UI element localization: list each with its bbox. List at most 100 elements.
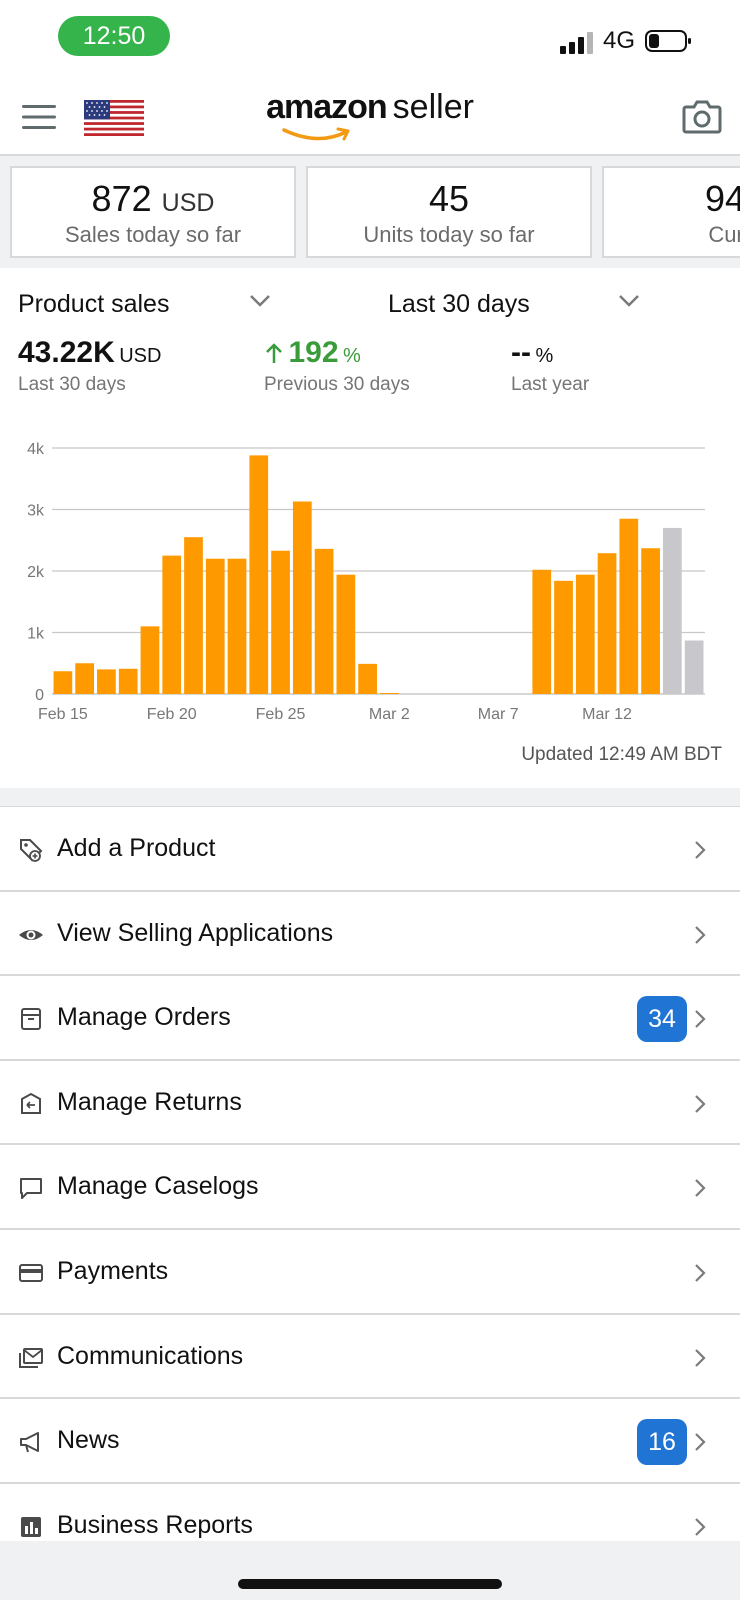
menu-label: View Selling Applications: [57, 918, 334, 947]
x-tick-label: Mar 2: [369, 706, 410, 723]
total-value: 43.22K: [18, 336, 115, 369]
sales-unit: USD: [161, 189, 215, 217]
x-tick-label: Feb 15: [38, 706, 88, 723]
chevron-right-icon: [695, 1348, 706, 1367]
chart-bar: [184, 537, 203, 694]
sales-value: 872: [91, 178, 152, 219]
chevron-right-icon: [695, 925, 706, 944]
sales-summary: Product sales Last 30 days 43.22K USD La…: [0, 268, 740, 788]
menu-item-business-reports[interactable]: Business Reports: [0, 1483, 740, 1541]
amazon-smile-icon: [282, 127, 350, 141]
menu-item-payments[interactable]: Payments: [0, 1229, 740, 1315]
chart-bar: [205, 558, 225, 694]
megaphone-icon: [20, 1432, 39, 1453]
menu-item-manage-caselogs[interactable]: Manage Caselogs: [0, 1145, 740, 1230]
chart-bar: [358, 663, 377, 694]
camera-icon[interactable]: [682, 98, 722, 134]
chart-bar: [575, 574, 595, 694]
chart-bar: [75, 663, 95, 694]
chart-bar: [597, 553, 617, 694]
y-tick-label: 0: [35, 687, 44, 704]
mail-icon: [19, 1347, 43, 1368]
battery-icon: [645, 30, 691, 52]
sales-label: Sales today so far: [64, 222, 242, 247]
chart-bar: [140, 626, 160, 694]
menu-item-communications[interactable]: Communications: [0, 1314, 740, 1400]
network-type: 4G: [603, 27, 636, 54]
chart-bar: [227, 558, 247, 694]
chevron-right-icon: [695, 841, 706, 859]
stat-last-year: -- % Last year: [511, 336, 589, 396]
chart-bar: [684, 640, 704, 694]
chevron-right-icon: [695, 1517, 706, 1536]
change-unit: %: [342, 345, 361, 367]
chevron-right-icon: [695, 1010, 706, 1028]
arrow-up-icon: [266, 343, 282, 363]
menu-label: Business Reports: [57, 1510, 253, 1539]
y-tick-label: 2k: [27, 564, 45, 581]
chart-bar: [641, 548, 660, 694]
menu-label: Add a Product: [57, 834, 216, 862]
app-header: amazon seller: [0, 80, 740, 156]
sales-bar-chart: 0 1k 2k 3k 4k Feb 15 Feb 20 Feb 25 Mar 2 Mar 7 Mar…: [27, 441, 705, 723]
seller-menu-list: Add a Product View Selling Applications …: [0, 806, 740, 1541]
chevron-right-icon: [695, 1095, 706, 1113]
change-label: Previous 30 days: [264, 374, 410, 395]
logo-seller-text: seller: [392, 88, 474, 126]
bottom-safe-area: [0, 1541, 740, 1600]
x-tick-label: Feb 20: [147, 706, 197, 723]
current-value: 9494: [704, 178, 740, 219]
total-unit: USD: [119, 345, 162, 367]
stat-total: 43.22K USD Last 30 days: [18, 336, 161, 396]
chart-bar: [162, 555, 182, 694]
box-icon: [21, 1008, 41, 1031]
chart-bar: [336, 574, 356, 694]
last-year-label: Last year: [511, 374, 590, 395]
credit-card-icon: [19, 1263, 43, 1282]
x-tick-label: Mar 7: [478, 706, 519, 723]
menu-label: Payments: [57, 1256, 169, 1285]
today-metrics-carousel[interactable]: 872 USD Sales today so far 45 Units toda…: [0, 156, 740, 268]
menu-item-news[interactable]: News 16: [0, 1399, 740, 1484]
menu-item-view-selling-applications[interactable]: View Selling Applications: [0, 891, 740, 977]
menu-label: Manage Returns: [57, 1087, 242, 1116]
chevron-down-icon[interactable]: [618, 294, 640, 308]
chart-bar: [118, 668, 138, 694]
bar-chart-icon: [21, 1516, 41, 1537]
units-label: Units today so far: [363, 222, 535, 247]
metric-card-sales[interactable]: 872 USD Sales today so far: [10, 166, 296, 258]
menu-item-manage-orders[interactable]: Manage Orders 34: [0, 976, 740, 1061]
last-year-unit: %: [535, 345, 554, 367]
cellular-signal-icon: [560, 32, 593, 54]
y-tick-label: 3k: [27, 503, 45, 520]
home-indicator[interactable]: [238, 1579, 502, 1589]
chart-bar: [314, 548, 334, 694]
metric-card-units[interactable]: 45 Units today so far: [306, 166, 592, 258]
logo-amazon-text: amazon: [266, 88, 388, 126]
orders-count-badge: 34: [637, 996, 687, 1043]
status-bar: 12:50 4G: [0, 0, 740, 80]
chevron-right-icon: [695, 1433, 706, 1451]
chart-bar: [619, 518, 639, 694]
chart-bar: [271, 550, 290, 694]
y-tick-label: 1k: [27, 626, 45, 643]
chart-bar: [53, 671, 73, 694]
current-label: Current: [708, 222, 740, 247]
speech-bubble-icon: [20, 1178, 42, 1200]
section-divider: [0, 788, 740, 806]
chevron-right-icon: [695, 1264, 706, 1282]
metric-dropdown[interactable]: Product sales: [18, 290, 169, 319]
stat-change: 192 % Previous 30 days: [264, 336, 410, 396]
menu-item-manage-returns[interactable]: Manage Returns: [0, 1060, 740, 1146]
chevron-right-icon: [695, 1179, 706, 1198]
chart-bar: [292, 501, 312, 694]
chart-bar: [532, 569, 552, 694]
amazon-seller-logo: amazon seller: [0, 88, 740, 141]
change-value: 192: [288, 336, 339, 369]
metric-card-current[interactable]: 9494 Current: [602, 166, 740, 258]
menu-item-add-product[interactable]: Add a Product: [0, 807, 740, 892]
chevron-down-icon[interactable]: [249, 294, 271, 308]
period-dropdown[interactable]: Last 30 days: [388, 290, 530, 319]
eye-icon: [19, 929, 43, 940]
tag-add-icon: [20, 839, 43, 862]
